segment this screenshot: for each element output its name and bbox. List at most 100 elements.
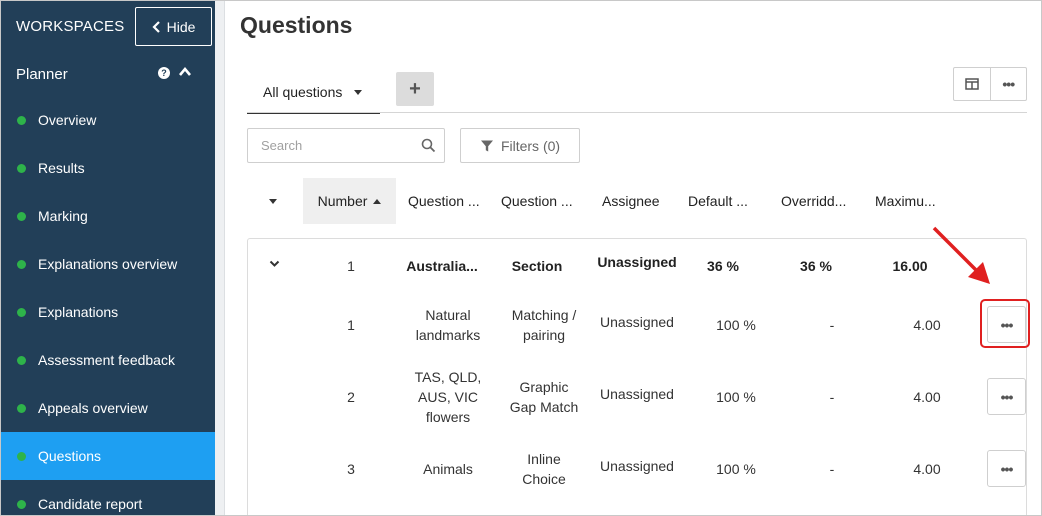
hide-sidebar-button[interactable]: Hide	[135, 7, 212, 46]
filters-button[interactable]: Filters (0)	[460, 128, 580, 163]
sidebar-item-appeals-overview[interactable]: Appeals overview	[0, 384, 215, 432]
sort-ascending-icon	[373, 198, 382, 204]
question-assignee: Unassigned	[600, 386, 674, 402]
question-type: Inline Choice	[522, 449, 566, 489]
sidebar-item-marking[interactable]: Marking	[0, 192, 215, 240]
question-title-line: AUS, VIC	[418, 389, 478, 405]
questions-page: Questions All questions + ••• Filters (0…	[226, 0, 1042, 516]
red-arrow-annotation	[932, 226, 990, 284]
question-type: Graphic Gap Match	[510, 377, 578, 417]
question-title-line: flowers	[425, 409, 471, 425]
question-number: 1	[347, 317, 355, 333]
question-overridden: -	[829, 317, 835, 333]
sidebar-item-label: Explanations	[38, 304, 119, 320]
view-toolbar: •••	[953, 67, 1027, 101]
question-number: 3	[347, 461, 355, 477]
tab-label: All questions	[263, 84, 343, 100]
section-type: Section	[511, 258, 563, 274]
column-header-label: Number	[317, 193, 368, 209]
highlight-box	[980, 299, 1030, 348]
question-type-line: pairing	[522, 327, 566, 343]
sidebar-item-label: Results	[38, 160, 85, 176]
sidebar-item-label: Questions	[38, 448, 102, 464]
column-header-question-title[interactable]: Question ...	[408, 178, 480, 224]
question-type-line: Matching /	[511, 307, 577, 323]
status-dot-icon	[17, 260, 26, 269]
question-title-line: TAS, QLD,	[414, 369, 482, 385]
caret-down-icon	[269, 198, 277, 204]
plus-icon: +	[409, 77, 421, 100]
section-number: 1	[347, 258, 355, 274]
search-input[interactable]	[248, 129, 413, 162]
status-dot-icon	[17, 116, 26, 125]
chevron-left-icon	[152, 20, 160, 33]
question-type-line: Choice	[522, 471, 566, 487]
column-header-default[interactable]: Default ...	[688, 178, 748, 224]
hide-label: Hide	[166, 18, 196, 35]
question-title: TAS, QLD, AUS, VIC flowers	[415, 367, 482, 427]
column-header-label: Default ...	[688, 193, 748, 209]
question-type: Matching / pairing	[512, 305, 577, 345]
sidebar-divider	[215, 0, 225, 516]
help-icon[interactable]: ?	[158, 67, 170, 79]
planner-section-header[interactable]: Planner ?	[0, 52, 215, 96]
column-header-label: Question ...	[408, 193, 480, 209]
question-type-line: Gap Match	[509, 399, 579, 415]
status-dot-icon	[17, 452, 26, 461]
question-overridden: -	[829, 461, 835, 477]
column-header-assignee[interactable]: Assignee	[602, 178, 660, 224]
column-header-label: Maximu...	[875, 193, 936, 209]
question-maximum: 4.00	[913, 317, 941, 333]
expand-all-toggle[interactable]	[263, 178, 283, 224]
column-header-label: Assignee	[602, 193, 660, 209]
question-type-line: Graphic	[519, 379, 569, 395]
workspaces-sidebar: WORKSPACES Hide Planner ? Overview Result…	[0, 0, 215, 516]
sidebar-item-label: Marking	[38, 208, 88, 224]
status-dot-icon	[17, 212, 26, 221]
column-header-overridden[interactable]: Overridd...	[781, 178, 846, 224]
row-actions-button[interactable]: •••	[987, 450, 1026, 487]
question-default: 100 %	[716, 461, 756, 477]
search-icon[interactable]	[421, 138, 436, 153]
column-header-label: Question ...	[501, 193, 573, 209]
question-title-line: landmarks	[415, 327, 481, 343]
column-header-number[interactable]: Number	[303, 178, 396, 224]
sidebar-item-label: Appeals overview	[38, 400, 148, 416]
column-header-question-type[interactable]: Question ...	[501, 178, 573, 224]
columns-icon	[965, 78, 979, 90]
sidebar-item-assessment-feedback[interactable]: Assessment feedback	[0, 336, 215, 384]
sidebar-item-label: Explanations overview	[38, 256, 178, 272]
question-title-line: Natural	[425, 307, 471, 323]
sidebar-item-explanations[interactable]: Explanations	[0, 288, 215, 336]
sidebar-item-questions[interactable]: Questions	[0, 432, 215, 480]
chevron-up-icon[interactable]	[178, 65, 192, 79]
status-dot-icon	[17, 404, 26, 413]
sidebar-nav: Overview Results Marking Explanations overv…	[0, 96, 215, 516]
sidebar-item-results[interactable]: Results	[0, 144, 215, 192]
page-title: Questions	[240, 12, 353, 38]
section-default: 36 %	[707, 258, 739, 274]
more-icon: •••	[1000, 460, 1014, 477]
sidebar-item-label: Assessment feedback	[38, 352, 175, 368]
column-header-maximum[interactable]: Maximu...	[875, 178, 936, 224]
more-options-button[interactable]: •••	[989, 68, 1027, 100]
tab-all-questions[interactable]: All questions	[247, 72, 380, 114]
filter-icon	[480, 140, 493, 151]
row-actions-button[interactable]: •••	[987, 378, 1026, 415]
question-title: Animals	[423, 459, 473, 479]
planner-label: Planner	[16, 66, 68, 83]
sidebar-item-label: Overview	[38, 112, 97, 128]
status-dot-icon	[17, 500, 26, 509]
question-assignee: Unassigned	[600, 458, 674, 474]
more-icon: •••	[1002, 76, 1015, 92]
add-tab-button[interactable]: +	[396, 72, 434, 106]
question-assignee: Unassigned	[600, 314, 674, 330]
more-icon: •••	[1000, 388, 1014, 405]
sidebar-item-overview[interactable]: Overview	[0, 96, 215, 144]
sidebar-item-explanations-overview[interactable]: Explanations overview	[0, 240, 215, 288]
tab-divider	[247, 112, 1027, 113]
sidebar-item-candidate-report[interactable]: Candidate report	[0, 480, 215, 516]
chevron-down-icon[interactable]	[269, 260, 280, 268]
column-layout-button[interactable]	[954, 68, 990, 100]
status-dot-icon	[17, 308, 26, 317]
